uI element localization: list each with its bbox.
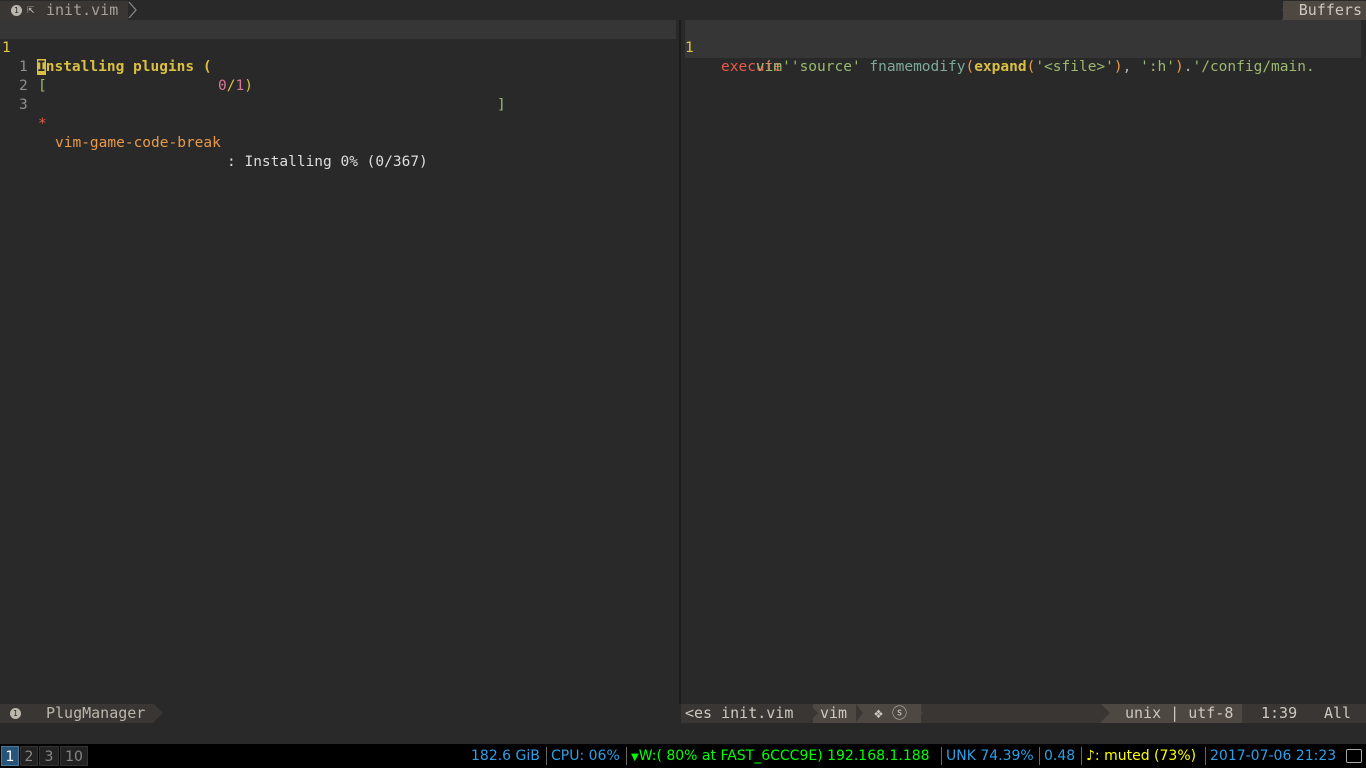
wifi-text: W:( 80% at FAST_6CCC9E) 192.168.1.188 [638,748,930,764]
code-string: 'source' [790,59,861,75]
status-format: unix | utf-8 [1125,704,1234,722]
separator [1081,747,1082,765]
i3-status-bar: 1 2 3 10 182.6 GiB CPU: 06% ▼W:( 80% at … [0,744,1366,768]
code-string: ':h' [1140,59,1176,75]
progress-total: 1 [235,78,245,94]
workspace-2[interactable]: 2 [20,746,38,766]
tab-label: init.vim [46,1,119,19]
code-comma: , [1122,59,1141,75]
code-paren: ) [1113,59,1123,75]
status-filename: <es init.vim [681,704,813,723]
powerline-arrow-icon [154,704,163,722]
line-progress-bar: 1 [ ] [0,39,506,113]
disk-usage: 182.6 GiB [471,748,540,764]
code-paren: ( [965,59,975,75]
tab-separator-icon [128,1,137,19]
powerline-arrow-icon [809,704,818,722]
code-function-bold: expand [974,59,1027,75]
wifi-icon: ▼ [631,752,639,763]
line-3: 3 * vim-game-code-break : Installing 0% … [0,77,428,170]
tab-init-vim[interactable]: 1 ⇱ init.vim [0,1,128,20]
date-time: 2017-07-06 21:23 [1210,748,1337,764]
status-icons: ❖ ⓢ [874,704,908,722]
powerline-thin-arrow-icon [856,704,863,722]
code-line-1: 1 execute 'source' fnamemodify(expand('<… [685,20,1315,75]
battery-status: UNK 74.39% [946,748,1034,764]
workspace-1[interactable]: 1 [1,746,19,766]
separator [1205,747,1206,765]
buffers-button[interactable]: Buffers [1281,1,1366,20]
status-filetype: vim [820,704,848,722]
buffers-separator-icon [1274,1,1283,19]
install-title-text: nstalling plugins ( [45,59,212,75]
install-title: Installing plugins ( [37,58,212,77]
plugin-status: : Installing 0% (0/367) [227,154,428,170]
progress-done: 0 [218,78,227,94]
line-number: 3 [19,97,28,113]
code-string: '<sfile>' [1035,59,1114,75]
tabline: 1 ⇱ init.vim Buffers [0,0,1366,20]
volume-status: ♪: muted (73%) [1086,748,1197,764]
workspace-3[interactable]: 3 [39,746,59,766]
status-scroll: All [1324,704,1352,722]
left-editor-pane[interactable]: 1 Installing plugins ( 0/1) 1 [ ] 2 3 * … [0,20,679,704]
code-paren: ( [1026,59,1036,75]
code-text: execute 'source' fnamemodify(expand('<sf… [721,58,1315,77]
line-2: 2 [0,58,35,94]
tab-number-badge: 1 [11,5,22,16]
right-statusline: <es init.vim vim ❖ ⓢ ᚴ grep_on_the_fly u… [681,704,1366,741]
code-line-1-wrap: vim' [721,39,791,75]
powerline-arrow-icon [1234,704,1242,722]
line-1-header: 1 Installing plugins ( 0/1) [0,20,676,94]
progress-close: ) [244,78,253,94]
powerline-arrow-icon [1101,704,1110,722]
code-string: '/config/main. [1192,59,1315,75]
powerline-thin-arrow-icon [1310,704,1317,722]
status-position: 1:39 [1261,704,1298,722]
cpu-usage: CPU: 06% [551,748,620,764]
bullet: * [38,116,47,132]
keyboard-icon[interactable] [1346,749,1362,763]
plugin-name: vim-game-code-break [55,135,221,151]
window-number-segment: 1 [0,704,36,723]
window-number-badge: 1 [10,708,21,719]
line-number: 1 [685,40,694,56]
powerline-arrow-icon [914,704,923,722]
wifi-status: ▼W:( 80% at FAST_6CCC9E) 192.168.1.188 [631,746,930,766]
left-statusline: 1 PlugManager [0,704,679,723]
cursor: I [37,59,46,75]
code-string: vim' [755,59,791,75]
right-editor-pane[interactable]: 1 execute 'source' fnamemodify(expand('<… [681,20,1366,704]
progress-count: 0/1) [218,77,253,96]
code-function: fnamemodify [869,59,966,75]
status-branch: ᚴ grep_on_the_fly [921,704,1127,741]
progress-bar-close: ] [497,97,506,113]
workspace-10[interactable]: 10 [60,746,88,766]
separator [1039,747,1040,765]
separator [941,747,942,765]
statusline-title: PlugManager [46,704,146,722]
separator [546,747,547,765]
separator [626,747,627,765]
command-line[interactable] [0,723,1366,744]
code-paren: ) [1175,59,1184,75]
load-average: 0.48 [1044,748,1076,764]
progress-bar-open: [ [38,78,47,94]
arrow-icon: ⇱ [27,2,35,16]
